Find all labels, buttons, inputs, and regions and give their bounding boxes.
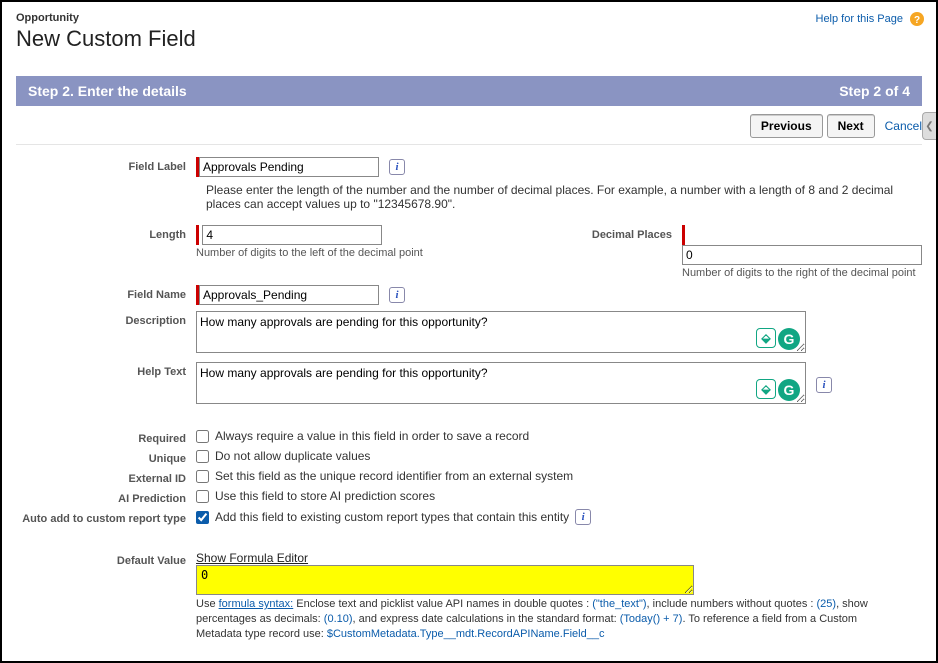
ai-prediction-checkbox[interactable] (196, 490, 209, 503)
unique-label: Unique (16, 449, 196, 465)
auto-add-checkbox-label: Add this field to existing custom report… (215, 510, 569, 524)
grammarly-icon[interactable]: G (778, 328, 800, 350)
field-label-input[interactable] (199, 157, 379, 177)
grammarly-suggestion-icon[interactable]: ⬙ (756, 379, 776, 399)
help-text-textarea[interactable] (196, 362, 806, 404)
grammarly-icon[interactable]: G (778, 379, 800, 401)
info-icon[interactable]: i (389, 287, 405, 303)
help-for-page-link[interactable]: Help for this Page ? (816, 12, 925, 26)
external-id-checkbox-label: Set this field as the unique record iden… (215, 469, 573, 483)
length-label: Length (16, 225, 196, 241)
help-link-label: Help for this Page (816, 13, 903, 25)
external-id-label: External ID (16, 469, 196, 485)
external-id-checkbox[interactable] (196, 470, 209, 483)
required-marker-icon (682, 225, 685, 245)
length-hint: Number of digits to the left of the deci… (196, 247, 423, 259)
next-button[interactable]: Next (827, 114, 875, 138)
field-name-input[interactable] (199, 285, 379, 305)
field-label-label: Field Label (16, 157, 196, 173)
svg-text:?: ? (914, 15, 920, 26)
step-banner-right: Step 2 of 4 (839, 83, 910, 99)
decimal-places-input[interactable] (682, 245, 922, 265)
help-icon: ? (910, 12, 924, 26)
page-title: New Custom Field (16, 26, 922, 52)
info-icon[interactable]: i (575, 509, 591, 525)
required-label: Required (16, 429, 196, 445)
expand-sidebar-tab[interactable]: ❮ (922, 112, 936, 140)
field-name-label: Field Name (16, 285, 196, 301)
formula-syntax-help: Use formula syntax: Enclose text and pic… (196, 597, 896, 642)
decimal-places-hint: Number of digits to the right of the dec… (682, 267, 916, 279)
page-subtitle: Opportunity (16, 12, 922, 24)
required-checkbox[interactable] (196, 430, 209, 443)
grammarly-suggestion-icon[interactable]: ⬙ (756, 328, 776, 348)
show-formula-editor-link[interactable]: Show Formula Editor (196, 551, 308, 565)
info-icon[interactable]: i (389, 159, 405, 175)
help-text-label: Help Text (16, 362, 196, 378)
auto-add-checkbox[interactable] (196, 511, 209, 524)
decimal-places-label: Decimal Places (492, 225, 682, 241)
formula-syntax-link[interactable]: formula syntax: (219, 598, 294, 610)
unique-checkbox-label: Do not allow duplicate values (215, 449, 370, 463)
required-checkbox-label: Always require a value in this field in … (215, 429, 529, 443)
length-input[interactable] (202, 225, 382, 245)
ai-prediction-checkbox-label: Use this field to store AI prediction sc… (215, 489, 435, 503)
length-note-text: Please enter the length of the number an… (206, 183, 926, 211)
description-label: Description (16, 311, 196, 327)
auto-add-label: Auto add to custom report type (16, 509, 196, 526)
cancel-link[interactable]: Cancel (885, 119, 922, 133)
step-banner: Step 2. Enter the details Step 2 of 4 (16, 76, 922, 106)
info-icon[interactable]: i (816, 377, 832, 393)
default-value-textarea[interactable] (196, 565, 694, 595)
required-marker-icon (196, 225, 199, 245)
ai-prediction-label: AI Prediction (16, 489, 196, 505)
previous-button[interactable]: Previous (750, 114, 823, 138)
unique-checkbox[interactable] (196, 450, 209, 463)
step-banner-left: Step 2. Enter the details (28, 83, 187, 99)
default-value-label: Default Value (16, 551, 196, 567)
description-textarea[interactable] (196, 311, 806, 353)
